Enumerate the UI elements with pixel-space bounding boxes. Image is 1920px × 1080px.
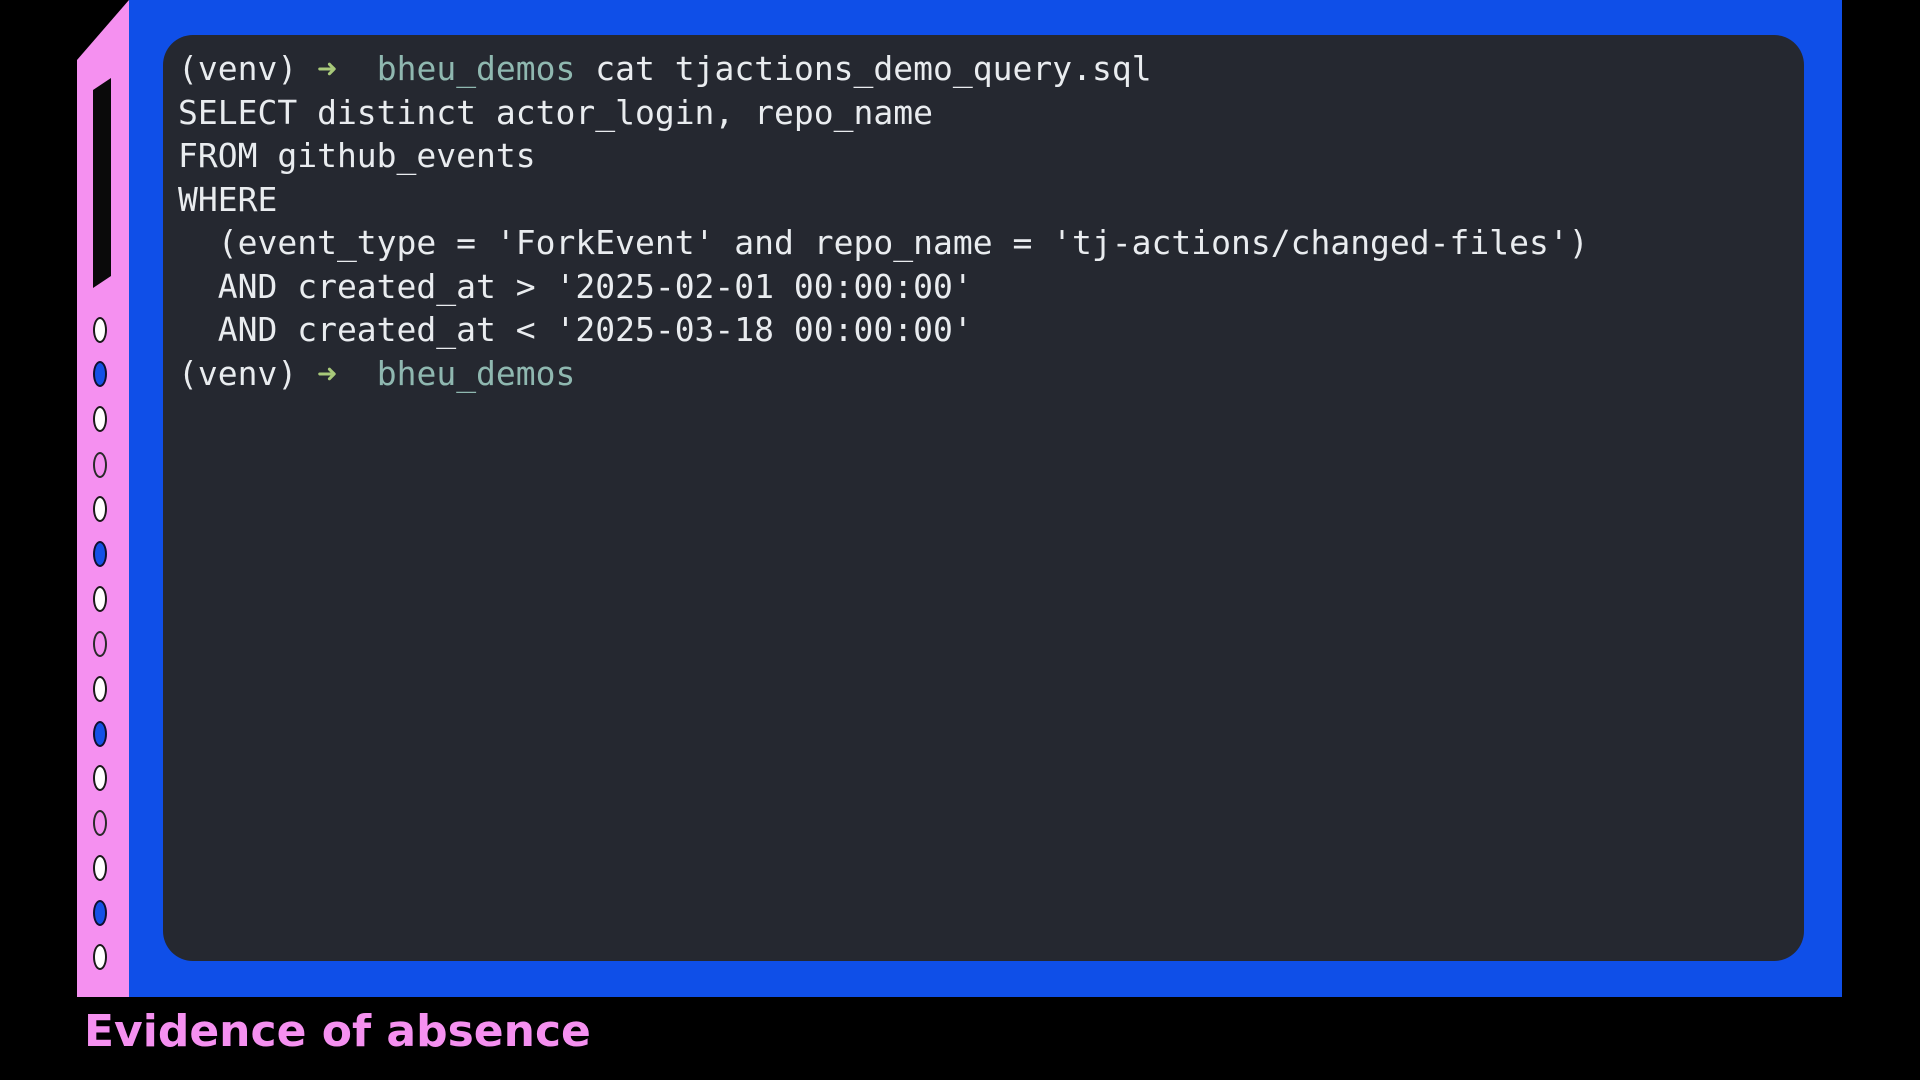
terminal-line-output: (event_type = 'ForkEvent' and repo_name … xyxy=(178,223,1589,262)
terminal-line-output: AND created_at < '2025-03-18 00:00:00' xyxy=(178,310,973,349)
strip-hole xyxy=(93,810,107,836)
strip-hole xyxy=(93,452,107,478)
terminal-line-output: WHERE xyxy=(178,179,278,219)
slide: (venv) ➜ bheu_demos cat tjactions_demo_q… xyxy=(0,0,1920,1080)
terminal-line-output: FROM github_events xyxy=(178,136,536,175)
terminal-line-prompt: (venv) ➜ bheu_demos cat tjactions_demo_q… xyxy=(178,47,1789,91)
strip-hole xyxy=(93,944,107,970)
strip-hole xyxy=(93,406,107,432)
terminal-line-prompt: (venv) ➜ bheu_demos xyxy=(178,352,1789,396)
strip-hole xyxy=(93,676,107,702)
venv-indicator: (venv) xyxy=(178,49,298,88)
strip-hole xyxy=(93,855,107,881)
prompt-arrow-icon: ➜ xyxy=(317,353,337,393)
venv-indicator: (venv) xyxy=(178,353,298,393)
current-directory: bheu_demos xyxy=(376,353,576,393)
strip-hole xyxy=(93,586,107,612)
strip-hole xyxy=(93,317,107,343)
strip-hole xyxy=(93,900,107,926)
slide-caption: Evidence of absence xyxy=(84,1006,591,1057)
prompt-arrow-icon: ➜ xyxy=(317,49,337,88)
strip-hole xyxy=(93,631,107,657)
command-text: cat tjactions_demo_query.sql xyxy=(575,49,1152,88)
strip-hole xyxy=(93,765,107,791)
terminal-window[interactable]: (venv) ➜ bheu_demos cat tjactions_demo_q… xyxy=(163,35,1804,961)
strip-hole xyxy=(93,541,107,567)
terminal-line-output: AND created_at > '2025-02-01 00:00:00' xyxy=(178,266,973,306)
strip-hole xyxy=(93,361,107,387)
terminal-line-output: SELECT distinct actor_login, repo_name xyxy=(178,92,933,132)
strip-hole xyxy=(93,721,107,747)
current-directory: bheu_demos xyxy=(376,49,576,88)
strip-hole xyxy=(93,496,107,522)
film-strip-slot xyxy=(93,78,111,288)
